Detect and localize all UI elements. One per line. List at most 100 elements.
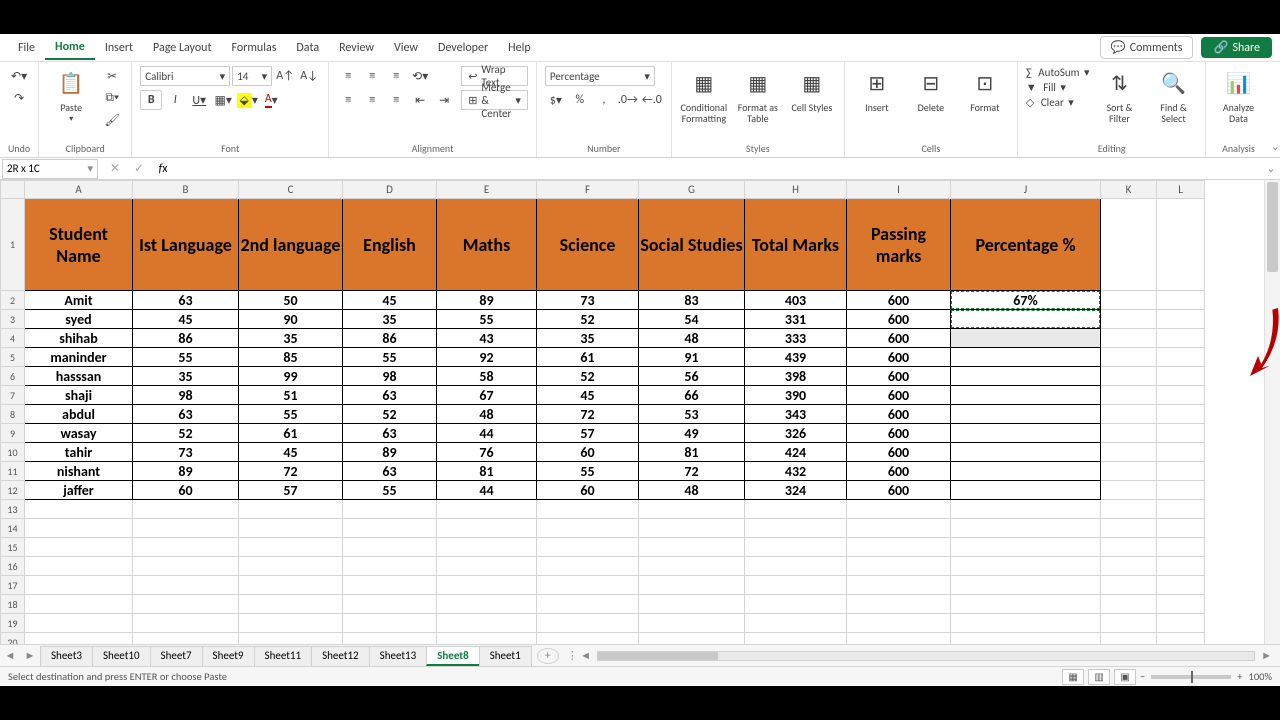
comments-button[interactable]: 💬Comments	[1100, 36, 1194, 59]
cell[interactable]	[951, 405, 1101, 424]
row-header[interactable]: 9	[1, 424, 25, 443]
cell[interactable]: 600	[847, 405, 951, 424]
row-header[interactable]: 20	[1, 633, 25, 645]
cell[interactable]: shihab	[25, 329, 133, 348]
row-header[interactable]: 15	[1, 538, 25, 557]
cell[interactable]: 48	[437, 405, 537, 424]
zoom-slider[interactable]	[1151, 675, 1231, 679]
cell[interactable]: 45	[239, 443, 343, 462]
cell[interactable]: 600	[847, 462, 951, 481]
row-header[interactable]: 18	[1, 595, 25, 614]
cell[interactable]: Amit	[25, 291, 133, 310]
cell[interactable]: 326	[745, 424, 847, 443]
sheet-nav-prev[interactable]: ◄	[0, 649, 20, 662]
cancel-formula-button[interactable]: ✕	[104, 159, 126, 179]
cell[interactable]	[951, 367, 1101, 386]
row-header[interactable]: 1	[1, 199, 25, 291]
cell[interactable]: 53	[639, 405, 745, 424]
zoom-in-button[interactable]: +	[1237, 670, 1242, 683]
cell[interactable]	[951, 310, 1101, 329]
italic-button[interactable]: I	[164, 90, 186, 110]
cell[interactable]: 44	[437, 424, 537, 443]
font-name-select[interactable]: Calibri▾	[140, 66, 230, 86]
cell[interactable]: 48	[639, 481, 745, 500]
menu-developer[interactable]: Developer	[428, 37, 498, 59]
cell[interactable]: 45	[133, 310, 239, 329]
cell[interactable]: 73	[537, 291, 639, 310]
row-header[interactable]: 7	[1, 386, 25, 405]
cell[interactable]	[951, 462, 1101, 481]
cell[interactable]: 45	[343, 291, 437, 310]
orientation-button[interactable]: ⟲▾	[409, 66, 431, 86]
cell[interactable]: 76	[437, 443, 537, 462]
cell[interactable]: 72	[537, 405, 639, 424]
zoom-out-button[interactable]: −	[1140, 670, 1145, 683]
row-header[interactable]: 8	[1, 405, 25, 424]
fx-button[interactable]: fx	[152, 159, 174, 179]
find-select-button[interactable]: 🔍Find & Select	[1149, 66, 1197, 126]
autosum-button[interactable]: ∑ AutoSum ▾	[1026, 66, 1090, 79]
row-header[interactable]: 14	[1, 519, 25, 538]
cell-styles-button[interactable]: ▦Cell Styles	[788, 66, 836, 115]
insert-cells-button[interactable]: ⊞Insert	[853, 66, 901, 115]
underline-button[interactable]: U▾	[188, 90, 210, 110]
cell[interactable]: 35	[537, 329, 639, 348]
format-cells-button[interactable]: ⊡Format	[961, 66, 1009, 115]
cell[interactable]: 439	[745, 348, 847, 367]
cell[interactable]: 343	[745, 405, 847, 424]
table-header-cell[interactable]: Total Marks	[745, 199, 847, 291]
cell[interactable]: 424	[745, 443, 847, 462]
cell[interactable]: 98	[343, 367, 437, 386]
cell[interactable]: 35	[133, 367, 239, 386]
cell[interactable]: 51	[239, 386, 343, 405]
new-sheet-button[interactable]: +	[537, 648, 559, 664]
cell[interactable]: 55	[537, 462, 639, 481]
cell[interactable]: 35	[343, 310, 437, 329]
sheet-tab[interactable]: Sheet1	[479, 646, 532, 666]
cell[interactable]: nishant	[25, 462, 133, 481]
cell[interactable]: 81	[437, 462, 537, 481]
delete-cells-button[interactable]: ⊟Delete	[907, 66, 955, 115]
table-header-cell[interactable]: Science	[537, 199, 639, 291]
cell[interactable]: 60	[133, 481, 239, 500]
expand-formula-bar-button[interactable]: ⌄	[1262, 162, 1280, 175]
cell[interactable]: 63	[343, 386, 437, 405]
menu-formulas[interactable]: Formulas	[221, 37, 286, 59]
menu-home[interactable]: Home	[45, 36, 95, 60]
borders-button[interactable]: ▦▾	[212, 90, 234, 110]
cell[interactable]: 43	[437, 329, 537, 348]
menu-review[interactable]: Review	[329, 37, 384, 59]
cell[interactable]: 600	[847, 291, 951, 310]
cell[interactable]: 56	[639, 367, 745, 386]
cell[interactable]: 600	[847, 367, 951, 386]
table-header-cell[interactable]: Social Studies	[639, 199, 745, 291]
cell[interactable]: 54	[639, 310, 745, 329]
cell[interactable]: 55	[343, 481, 437, 500]
clear-button[interactable]: ◇ Clear ▾	[1026, 96, 1074, 109]
normal-view-button[interactable]: ▦	[1062, 669, 1084, 685]
sheet-nav-next[interactable]: ►	[20, 649, 40, 662]
cell[interactable]: 600	[847, 348, 951, 367]
worksheet-grid[interactable]: ABCDEFGHIJKL 1Student NameIst Language2n…	[0, 180, 1280, 644]
cell[interactable]: 58	[437, 367, 537, 386]
cell[interactable]	[951, 443, 1101, 462]
name-box[interactable]: 2R x 1C▾	[2, 159, 98, 179]
cell[interactable]: 92	[437, 348, 537, 367]
decrease-indent-button[interactable]: ⇤	[409, 90, 431, 110]
ribbon-collapse-button[interactable]: ⌄	[1270, 62, 1280, 157]
row-header[interactable]: 3	[1, 310, 25, 329]
sheet-tab[interactable]: Sheet12	[311, 646, 370, 666]
row-header[interactable]: 16	[1, 557, 25, 576]
cell[interactable]: 60	[537, 481, 639, 500]
cell[interactable]: shaji	[25, 386, 133, 405]
sheet-tab[interactable]: Sheet9	[202, 646, 255, 666]
fill-button[interactable]: ▼ Fill ▾	[1026, 81, 1066, 94]
cell[interactable]: 55	[239, 405, 343, 424]
menu-page-layout[interactable]: Page Layout	[143, 37, 221, 59]
menu-insert[interactable]: Insert	[95, 37, 143, 59]
undo-button[interactable]: ↶▾	[8, 66, 30, 86]
sheet-tab[interactable]: Sheet13	[369, 646, 428, 666]
sheet-tab[interactable]: Sheet3	[40, 646, 93, 666]
horizontal-scrollbar[interactable]	[597, 651, 1255, 661]
cell[interactable]: 600	[847, 443, 951, 462]
